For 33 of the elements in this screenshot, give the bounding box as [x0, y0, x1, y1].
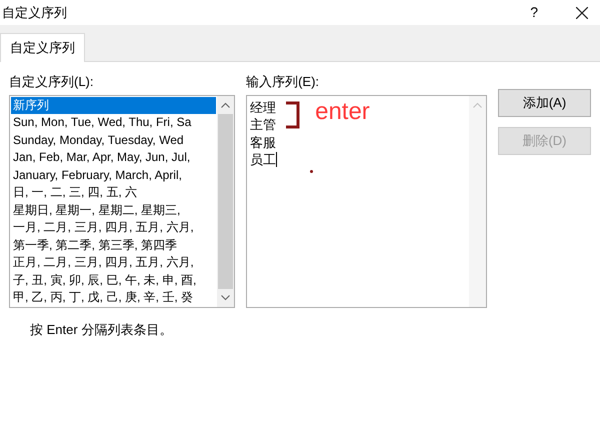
list-item[interactable]: 正月, 二月, 三月, 四月, 五月, 六月, [11, 254, 216, 272]
list-item[interactable]: 日, 一, 二, 三, 四, 五, 六 [11, 184, 216, 202]
entry-line: 员工 [250, 151, 276, 168]
list-item[interactable]: 甲, 乙, 丙, 丁, 戊, 己, 庚, 辛, 壬, 癸 [11, 289, 216, 306]
list-item[interactable]: January, February, March, April, [11, 166, 216, 184]
entries-field[interactable]: 经理 主管 客服 员工 enter [246, 94, 487, 308]
chevron-up-icon[interactable] [221, 102, 230, 108]
chevron-down-icon[interactable] [221, 294, 230, 300]
list-item[interactable]: Sun, Mon, Tue, Wed, Thu, Fri, Sa [11, 114, 216, 132]
text-cursor [276, 152, 278, 168]
list-item[interactable]: 新序列 [11, 96, 216, 114]
list-item[interactable]: 第一季, 第二季, 第三季, 第四季 [11, 236, 216, 254]
help-button[interactable]: ? [530, 2, 538, 23]
dot-mark [310, 170, 314, 172]
tab[interactable]: 自定义序列 [0, 33, 85, 62]
list-item[interactable]: Sunday, Monday, Tuesday, Wed [11, 132, 216, 149]
annotation-text: enter [315, 98, 370, 126]
entry-line: 主管 [250, 116, 276, 134]
bracket-mark [285, 100, 302, 128]
close-icon[interactable] [576, 6, 588, 18]
entry-line: 经理 [250, 98, 276, 116]
dialog-button[interactable]: 添加(A) [498, 89, 591, 117]
list-item[interactable]: Jan, Feb, Mar, Apr, May, Jun, Jul, [11, 149, 216, 166]
hint-text: 按 Enter 分隔列表条目。 [30, 320, 174, 338]
list-item[interactable]: 子, 丑, 寅, 卯, 辰, 巳, 午, 未, 申, 酉, [11, 272, 216, 289]
list-item[interactable]: 星期日, 星期一, 星期二, 星期三, [11, 202, 216, 219]
list-label: 自定义序列(L): [9, 73, 94, 91]
entry-line: 客服 [250, 134, 276, 151]
window-title: 自定义序列 [2, 4, 67, 22]
scrollbar[interactable] [217, 96, 234, 306]
list-item[interactable]: 一月, 二月, 三月, 四月, 五月, 六月, [11, 219, 216, 236]
chevron-up-icon [473, 102, 482, 108]
entries-label: 输入序列(E): [246, 73, 320, 91]
